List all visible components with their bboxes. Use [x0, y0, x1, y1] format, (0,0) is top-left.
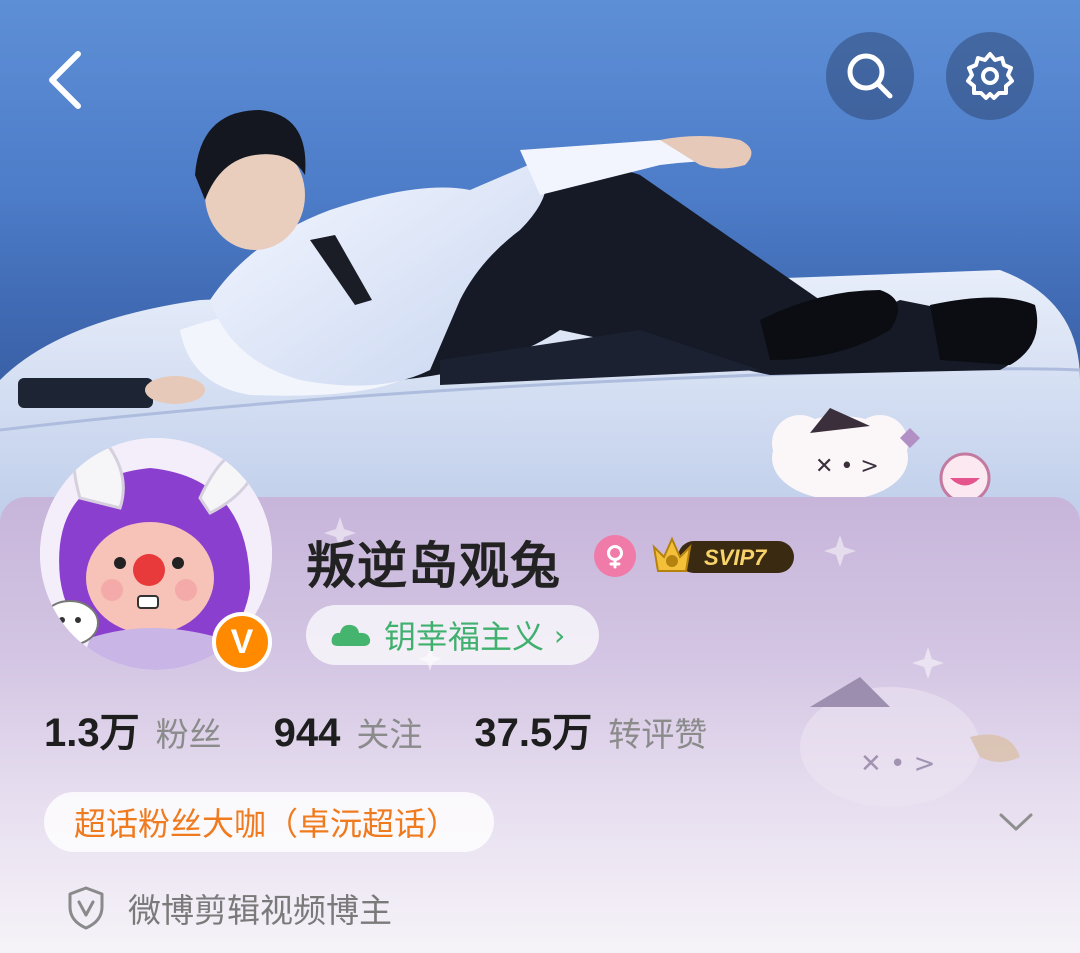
expand-button[interactable] — [996, 806, 1036, 836]
supertopic-fan-badge[interactable]: 超话粉丝大咖（卓沅超话） — [44, 792, 495, 852]
svip-badge[interactable]: SVIP7 — [650, 533, 796, 579]
username: 叛逆岛观兔 — [306, 537, 561, 595]
female-gender-icon — [594, 535, 636, 577]
stat-value: 1.3万 — [44, 711, 140, 755]
chevron-down-icon — [999, 813, 1033, 831]
stat-value: 37.5万 — [474, 711, 593, 755]
back-button[interactable] — [30, 40, 100, 120]
verification-info[interactable]: 微博剪辑视频博主 — [66, 884, 392, 932]
supertopic-fan-label: 超话粉丝大咖（卓沅超话） — [74, 805, 459, 843]
stat-label: 粉丝 — [155, 715, 222, 754]
stats-row: 1.3万 粉丝 944 关注 37.5万 转评赞 — [44, 700, 707, 758]
search-icon — [847, 53, 893, 99]
verified-badge: V — [212, 612, 272, 672]
stat-label: 转评赞 — [608, 715, 708, 754]
svip-label: SVIP7 — [704, 545, 768, 570]
chevron-right-icon: › — [554, 618, 566, 652]
stat-likes[interactable]: 37.5万 转评赞 — [474, 700, 707, 758]
verification-label: 微博剪辑视频博主 — [128, 891, 392, 930]
profile-tag-label: 钥幸福主义 — [384, 618, 545, 656]
crown-icon: SVIP7 — [652, 536, 794, 573]
profile-tag-button[interactable]: 钥幸福主义 › — [306, 605, 600, 665]
chevron-left-icon — [49, 51, 81, 109]
stat-following[interactable]: 944 关注 — [274, 708, 423, 756]
gear-icon — [966, 52, 1014, 100]
stat-value: 944 — [273, 711, 341, 755]
svg-text:✕ • >: ✕ • > — [860, 749, 935, 779]
svg-text:✕ • >: ✕ • > — [815, 454, 879, 479]
stat-label: 关注 — [356, 715, 423, 754]
stat-followers[interactable]: 1.3万 粉丝 — [44, 700, 222, 758]
search-button[interactable] — [826, 32, 914, 120]
cloud-icon — [331, 624, 371, 646]
settings-button[interactable] — [946, 32, 1034, 120]
shield-icon — [68, 886, 104, 930]
